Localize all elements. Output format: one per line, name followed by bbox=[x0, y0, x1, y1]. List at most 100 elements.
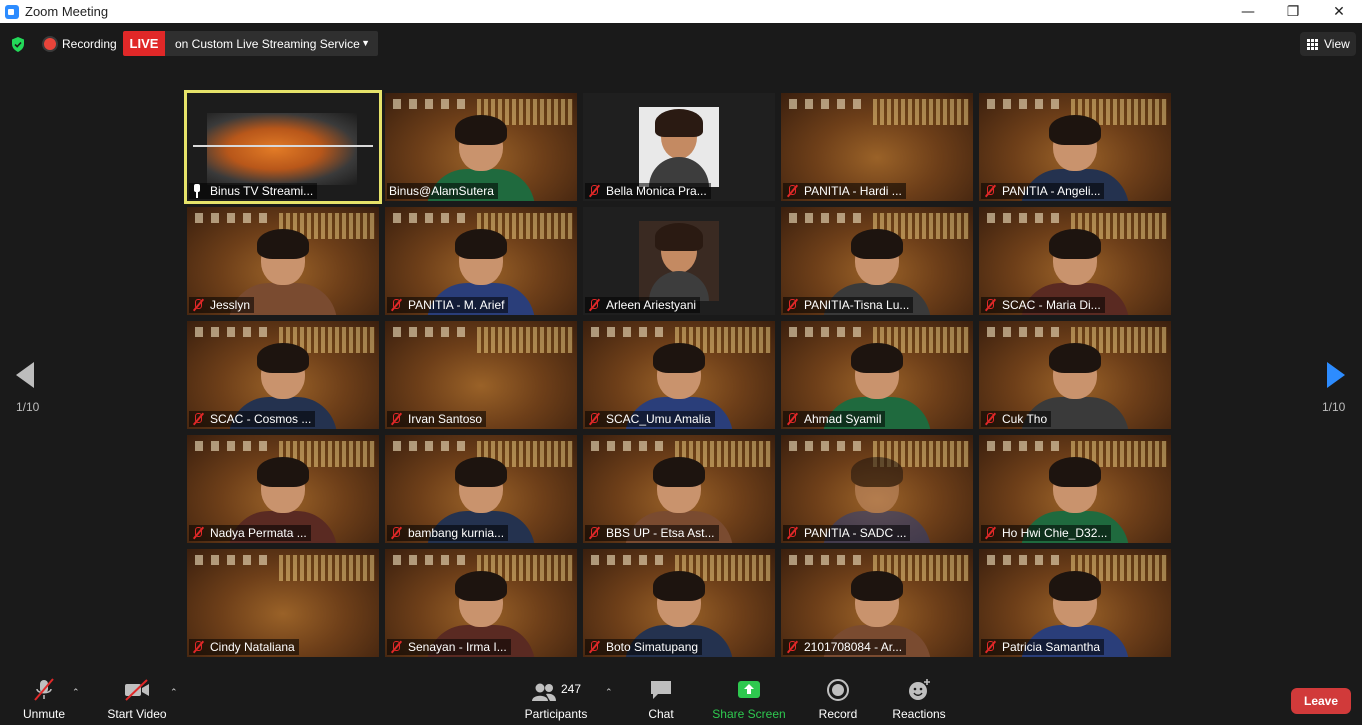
participant-tile[interactable]: Patricia Samantha bbox=[979, 549, 1171, 657]
participant-name: PANITIA-Tisna Lu... bbox=[804, 298, 910, 312]
participants-options-caret-icon[interactable]: ⌃ bbox=[605, 688, 613, 698]
microphone-muted-icon bbox=[587, 412, 601, 426]
participant-tile[interactable]: Senayan - Irma I... bbox=[385, 549, 577, 657]
microphone-muted-icon bbox=[785, 412, 799, 426]
participant-tile[interactable]: BBS UP - Etsa Ast... bbox=[583, 435, 775, 543]
participant-tile[interactable]: SCAC_Umu Amalia bbox=[583, 321, 775, 429]
background-logos bbox=[393, 555, 473, 565]
participant-tile[interactable]: Cindy Nataliana bbox=[187, 549, 379, 657]
participants-button[interactable]: 247 Participants bbox=[522, 668, 590, 725]
participant-nameplate: PANITIA - M. Arief bbox=[387, 297, 509, 313]
background-logos bbox=[789, 327, 869, 337]
participant-name: Nadya Permata ... bbox=[210, 526, 307, 540]
participant-name: Patricia Samantha bbox=[1002, 640, 1101, 654]
microphone-muted-icon bbox=[191, 640, 205, 654]
participant-nameplate: Binus@AlamSutera bbox=[387, 183, 498, 199]
participant-nameplate: PANITIA-Tisna Lu... bbox=[783, 297, 914, 313]
microphone-muted-icon bbox=[389, 298, 403, 312]
participant-name: Ho Hwi Chie_D32... bbox=[1002, 526, 1108, 540]
participant-tile[interactable]: Arleen Ariestyani bbox=[583, 207, 775, 315]
background-logos bbox=[393, 327, 473, 337]
participant-tile[interactable]: SCAC - Maria Di... bbox=[979, 207, 1171, 315]
encryption-shield-icon[interactable] bbox=[11, 37, 25, 52]
background-logos bbox=[789, 99, 869, 109]
unmute-button[interactable]: Unmute bbox=[18, 668, 70, 725]
background-logos bbox=[195, 555, 275, 565]
microphone-muted-icon bbox=[983, 526, 997, 540]
participant-tile[interactable]: SCAC - Cosmos ... bbox=[187, 321, 379, 429]
profile-photo bbox=[639, 107, 719, 187]
reactions-label: Reactions bbox=[892, 707, 946, 721]
minimize-button[interactable]: — bbox=[1225, 0, 1271, 23]
view-button[interactable]: View bbox=[1300, 32, 1356, 56]
participant-name: Irvan Santoso bbox=[408, 412, 483, 426]
participant-name: Binus@AlamSutera bbox=[389, 184, 494, 198]
reactions-button[interactable]: Reactions bbox=[890, 668, 948, 725]
participant-tile[interactable]: Binus TV Streami... bbox=[184, 90, 382, 204]
participant-tile[interactable]: Bella Monica Pra... bbox=[583, 93, 775, 201]
participant-name: PANITIA - SADC ... bbox=[804, 526, 907, 540]
participant-name: Bella Monica Pra... bbox=[606, 184, 707, 198]
background-logos bbox=[591, 555, 671, 565]
participant-nameplate: SCAC - Cosmos ... bbox=[189, 411, 316, 427]
restore-button[interactable]: ❐ bbox=[1270, 0, 1316, 23]
page-indicator-right: 1/10 bbox=[1322, 400, 1346, 414]
participant-nameplate: Irvan Santoso bbox=[387, 411, 487, 427]
start-video-label: Start Video bbox=[107, 707, 167, 721]
record-button[interactable]: Record bbox=[816, 668, 860, 725]
participant-tile[interactable]: bambang kurnia... bbox=[385, 435, 577, 543]
participant-tile[interactable]: Jesslyn bbox=[187, 207, 379, 315]
next-page-arrow-icon[interactable] bbox=[1327, 362, 1345, 388]
chat-label: Chat bbox=[648, 707, 674, 721]
participant-name: Ahmad Syamil bbox=[804, 412, 882, 426]
share-screen-button[interactable]: Share Screen bbox=[712, 668, 786, 725]
participant-nameplate: Binus TV Streami... bbox=[189, 183, 318, 199]
live-stream-service-dropdown[interactable]: on Custom Live Streaming Service ▼ bbox=[165, 31, 378, 56]
background-logos bbox=[987, 213, 1067, 223]
participant-nameplate: bambang kurnia... bbox=[387, 525, 509, 541]
microphone-muted-icon bbox=[785, 184, 799, 198]
participant-nameplate: SCAC - Maria Di... bbox=[981, 297, 1105, 313]
chat-button[interactable]: Chat bbox=[640, 668, 682, 725]
participant-tile[interactable]: 2101708084 - Ar... bbox=[781, 549, 973, 657]
meeting-toolbar: Unmute ⌃ Start Video ⌃ 247 Participants … bbox=[0, 668, 1362, 725]
microphone-muted-icon bbox=[191, 526, 205, 540]
share-screen-icon bbox=[738, 681, 760, 698]
participant-name: PANITIA - Angeli... bbox=[1002, 184, 1101, 198]
participant-tile[interactable]: PANITIA-Tisna Lu... bbox=[781, 207, 973, 315]
participant-tile[interactable]: PANITIA - Angeli... bbox=[979, 93, 1171, 201]
participant-name: bambang kurnia... bbox=[408, 526, 505, 540]
participant-name: Cuk Tho bbox=[1002, 412, 1048, 426]
gallery-view: Binus TV Streami... Binus@AlamSutera Bella… bbox=[184, 90, 1173, 657]
participant-nameplate: BBS UP - Etsa Ast... bbox=[585, 525, 719, 541]
participant-tile[interactable]: Cuk Tho bbox=[979, 321, 1171, 429]
previous-page-arrow-icon[interactable] bbox=[16, 362, 34, 388]
participant-name: SCAC_Umu Amalia bbox=[606, 412, 711, 426]
microphone-muted-icon bbox=[587, 526, 601, 540]
background-logos bbox=[789, 555, 869, 565]
participant-tile[interactable]: Binus@AlamSutera bbox=[385, 93, 577, 201]
participant-tile[interactable]: Nadya Permata ... bbox=[187, 435, 379, 543]
view-label: View bbox=[1324, 37, 1350, 51]
close-button[interactable]: ✕ bbox=[1316, 0, 1362, 23]
participant-tile[interactable]: Ho Hwi Chie_D32... bbox=[979, 435, 1171, 543]
zoom-logo-icon bbox=[5, 4, 19, 19]
participant-tile[interactable]: Irvan Santoso bbox=[385, 321, 577, 429]
participant-tile[interactable]: Ahmad Syamil bbox=[781, 321, 973, 429]
participant-tile[interactable]: PANITIA - M. Arief bbox=[385, 207, 577, 315]
window-titlebar: Zoom Meeting — ❐ ✕ bbox=[0, 0, 1362, 23]
participant-nameplate: Boto Simatupang bbox=[585, 639, 703, 655]
start-video-button[interactable]: Start Video bbox=[104, 668, 170, 725]
live-badge: LIVE bbox=[123, 31, 165, 56]
microphone-muted-icon bbox=[587, 640, 601, 654]
participant-tile[interactable]: PANITIA - SADC ... bbox=[781, 435, 973, 543]
page-indicator-left: 1/10 bbox=[16, 400, 40, 414]
participant-tile[interactable]: PANITIA - Hardi ... bbox=[781, 93, 973, 201]
video-options-caret-icon[interactable]: ⌃ bbox=[170, 688, 178, 698]
recording-label[interactable]: Recording bbox=[62, 37, 117, 51]
leave-button[interactable]: Leave bbox=[1291, 688, 1351, 714]
window-title: Zoom Meeting bbox=[25, 4, 109, 19]
participant-tile[interactable]: Boto Simatupang bbox=[583, 549, 775, 657]
audio-options-caret-icon[interactable]: ⌃ bbox=[72, 688, 80, 698]
background-logos bbox=[789, 441, 869, 451]
